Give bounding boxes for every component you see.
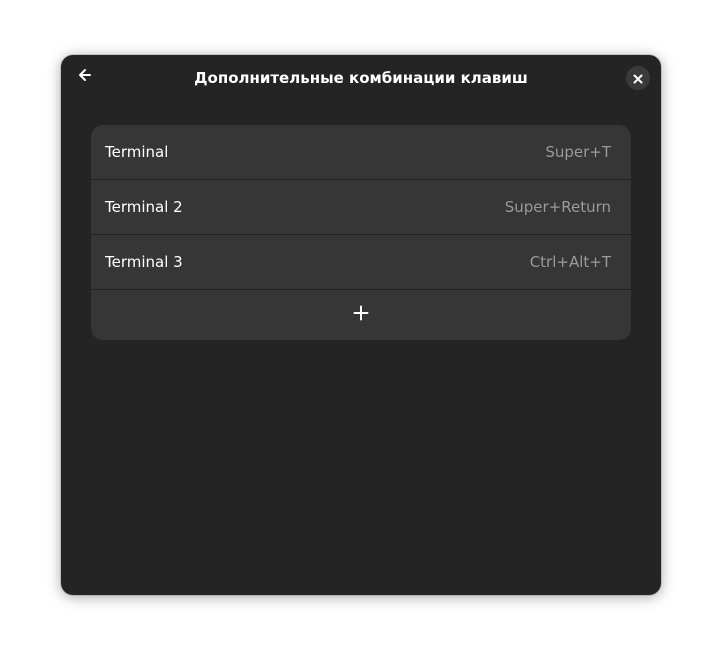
add-shortcut-button[interactable] bbox=[91, 290, 631, 340]
plus-icon bbox=[353, 305, 369, 325]
shortcut-name: Terminal 3 bbox=[105, 253, 183, 271]
header-bar: Дополнительные комбинации клавиш bbox=[61, 55, 661, 101]
shortcut-accelerator: Super+Return bbox=[504, 198, 611, 216]
shortcut-name: Terminal 2 bbox=[105, 198, 183, 216]
shortcut-list: Terminal Super+T Terminal 2 Super+Return… bbox=[91, 125, 631, 340]
close-icon bbox=[633, 69, 643, 88]
shortcut-accelerator: Ctrl+Alt+T bbox=[529, 253, 611, 271]
shortcut-row[interactable]: Terminal Super+T bbox=[91, 125, 631, 180]
back-button[interactable] bbox=[71, 63, 99, 91]
go-back-arrow-icon bbox=[77, 67, 93, 87]
dialog-title: Дополнительные комбинации клавиш bbox=[194, 69, 528, 87]
custom-shortcuts-dialog: Дополнительные комбинации клавиш Termina… bbox=[61, 55, 661, 595]
shortcut-row[interactable]: Terminal 3 Ctrl+Alt+T bbox=[91, 235, 631, 290]
shortcut-accelerator: Super+T bbox=[545, 143, 611, 161]
shortcut-row[interactable]: Terminal 2 Super+Return bbox=[91, 180, 631, 235]
close-button[interactable] bbox=[626, 66, 650, 90]
shortcut-name: Terminal bbox=[105, 143, 169, 161]
